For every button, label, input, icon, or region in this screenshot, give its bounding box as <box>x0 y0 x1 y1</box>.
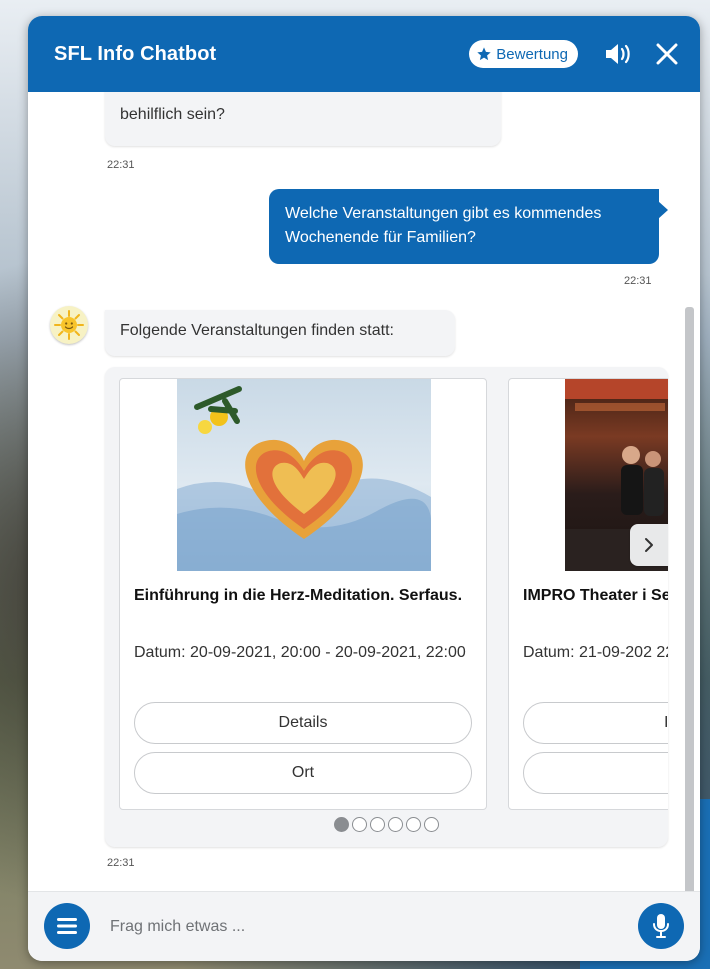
pagination-dot[interactable] <box>334 817 349 832</box>
message-timestamp: 22:31 <box>624 275 652 287</box>
menu-button[interactable] <box>44 903 90 949</box>
pagination-dot[interactable] <box>406 817 421 832</box>
speaker-button[interactable] <box>604 42 634 66</box>
message-timestamp: 22:31 <box>107 159 135 171</box>
header-actions: Bewertung <box>469 40 678 68</box>
message-timestamp: 22:31 <box>107 857 135 869</box>
hamburger-icon <box>57 918 77 934</box>
event-date: Datum: 20-09-2021, 20:00 - 20-09-2021, 2… <box>134 644 466 661</box>
pagination-dot[interactable] <box>424 817 439 832</box>
bot-intro-text: Folgende Veranstaltungen finden statt: <box>120 322 394 339</box>
bot-avatar <box>50 306 88 344</box>
pagination-dot[interactable] <box>370 817 385 832</box>
user-message-text: Welche Veranstaltungen gibt es kommendes… <box>285 205 602 246</box>
chat-window: SFL Info Chatbot Bewertung behilflich se… <box>28 16 700 961</box>
heart-painting-image <box>177 386 431 571</box>
close-button[interactable] <box>656 43 678 65</box>
chat-input-bar <box>28 891 700 961</box>
pagination-dot[interactable] <box>388 817 403 832</box>
rating-button[interactable]: Bewertung <box>469 40 578 68</box>
speaker-icon <box>606 44 630 64</box>
chat-header: SFL Info Chatbot Bewertung <box>28 16 700 92</box>
location-button[interactable] <box>523 752 668 794</box>
microphone-icon <box>653 914 669 938</box>
event-card: Einführung in die Herz-Meditation. Serfa… <box>119 378 487 810</box>
user-message-bubble: Welche Veranstaltungen gibt es kommendes… <box>269 189 668 264</box>
close-icon <box>656 43 678 65</box>
pagination-dot[interactable] <box>352 817 367 832</box>
event-title: Einführung in die Herz-Meditation. Serfa… <box>134 587 463 604</box>
details-button[interactable]: Details <box>134 702 472 744</box>
message-list[interactable]: behilflich sein? 22:31 Welche Veranstalt… <box>28 92 700 891</box>
event-image <box>177 379 431 571</box>
rating-label: Bewertung <box>496 45 568 63</box>
bot-message-text: behilflich sein? <box>120 106 225 123</box>
location-button[interactable]: Ort <box>134 752 472 794</box>
bot-message-bubble: behilflich sein? <box>105 92 501 146</box>
event-carousel[interactable]: Einführung in die Herz-Meditation. Serfa… <box>105 367 668 847</box>
sun-icon <box>54 310 84 340</box>
event-card: IMPRO Theater i Serfaus. Datum: 21-09-20… <box>508 378 668 810</box>
carousel-next-button[interactable] <box>630 524 668 566</box>
message-scrollbar[interactable] <box>685 307 694 891</box>
event-title: IMPRO Theater i Serfaus. <box>523 587 668 604</box>
event-date: Datum: 21-09-202 22:00 <box>523 644 668 661</box>
details-button[interactable]: I <box>523 702 668 744</box>
chevron-right-icon <box>645 538 653 552</box>
message-input[interactable] <box>110 914 610 940</box>
chat-title: SFL Info Chatbot <box>54 42 217 65</box>
carousel-pagination <box>334 817 439 832</box>
microphone-button[interactable] <box>638 903 684 949</box>
star-icon <box>477 47 491 61</box>
bot-intro-bubble: Folgende Veranstaltungen finden statt: <box>105 310 455 356</box>
